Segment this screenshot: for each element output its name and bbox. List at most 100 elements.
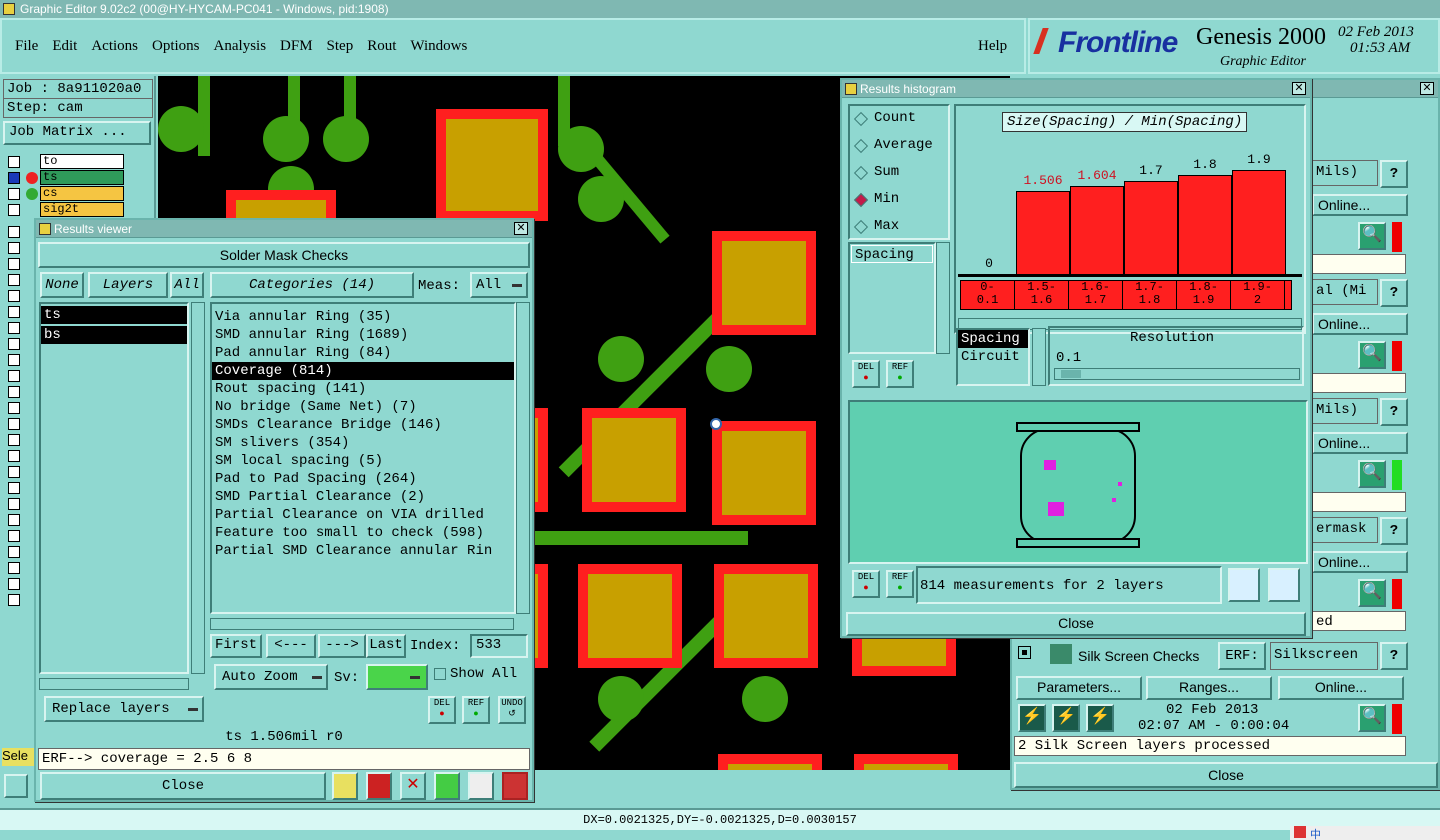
menu-step[interactable]: Step: [327, 38, 354, 55]
layer-checkbox[interactable]: [8, 546, 20, 558]
layer-checkbox[interactable]: [8, 578, 20, 590]
menu-options[interactable]: Options: [152, 38, 200, 55]
silk-ranges-button[interactable]: Ranges...: [1146, 676, 1272, 700]
layer-checkbox[interactable]: [8, 226, 20, 238]
close-button[interactable]: Close: [40, 772, 326, 800]
silk-online-button[interactable]: Online...: [1278, 676, 1404, 700]
radio-sum[interactable]: Sum: [852, 164, 899, 180]
category-item[interactable]: Pad annular Ring (84): [212, 344, 514, 362]
layer-name[interactable]: cs: [40, 186, 124, 201]
layer-name[interactable]: to: [40, 154, 124, 169]
measure-icon[interactable]: [434, 772, 460, 800]
category-item[interactable]: Pad to Pad Spacing (264): [212, 470, 514, 488]
sv-color-select[interactable]: [366, 664, 428, 690]
histogram-bar[interactable]: [1016, 191, 1070, 274]
check-help-button[interactable]: ?: [1380, 160, 1408, 188]
radio-count[interactable]: Count: [852, 110, 916, 126]
category-item[interactable]: SMD Partial Clearance (2): [212, 488, 514, 506]
menu-rout[interactable]: Rout: [367, 38, 396, 55]
check-online-button[interactable]: Online...: [1312, 194, 1408, 216]
menu-analysis[interactable]: Analysis: [214, 38, 267, 55]
layer-checkbox[interactable]: [8, 290, 20, 302]
category-item[interactable]: No bridge (Same Net) (7): [212, 398, 514, 416]
layer-checkbox[interactable]: [8, 188, 20, 200]
category-item[interactable]: SM slivers (354): [212, 434, 514, 452]
check-help-button[interactable]: ?: [1380, 398, 1408, 426]
check-erf-field[interactable]: al (Mi: [1312, 279, 1378, 305]
layer-checkbox[interactable]: [8, 338, 20, 350]
category-item[interactable]: SMD annular Ring (1689): [212, 326, 514, 344]
layer-checkbox[interactable]: [8, 402, 20, 414]
category-item[interactable]: SM local spacing (5): [212, 452, 514, 470]
category-item[interactable]: SMDs Clearance Bridge (146): [212, 416, 514, 434]
meas-select[interactable]: All: [470, 272, 528, 298]
layer-checkbox[interactable]: [8, 370, 20, 382]
replace-layers-select[interactable]: Replace layers: [44, 696, 204, 722]
layer-checkbox[interactable]: [8, 418, 20, 430]
board-preview[interactable]: [848, 400, 1308, 564]
layer-checkbox[interactable]: [8, 530, 20, 542]
layer-checkbox[interactable]: [8, 354, 20, 366]
checks-close-button[interactable]: Close: [1014, 762, 1438, 788]
radio-min[interactable]: Min: [852, 191, 899, 207]
menu-actions[interactable]: Actions: [91, 38, 138, 55]
undo-button[interactable]: UNDO ↺: [498, 696, 526, 724]
layer-checkbox[interactable]: [8, 274, 20, 286]
summary-ref-button[interactable]: REF ●: [886, 570, 914, 598]
layers-vscroll[interactable]: [191, 302, 205, 674]
layer-checkbox[interactable]: [8, 204, 20, 216]
category-item[interactable]: Feature too small to check (598): [212, 524, 514, 542]
chart-icon[interactable]: [366, 772, 392, 800]
category-item[interactable]: Rout spacing (141): [212, 380, 514, 398]
layer-checkbox[interactable]: [8, 466, 20, 478]
silk-enable-checkbox[interactable]: [1018, 646, 1031, 659]
category-item[interactable]: Via annular Ring (35): [212, 308, 514, 326]
first-button[interactable]: First: [210, 634, 262, 658]
category-item[interactable]: Partial Clearance on VIA drilled: [212, 506, 514, 524]
index-input[interactable]: 533: [470, 634, 528, 658]
check-online-button[interactable]: Online...: [1312, 313, 1408, 335]
layer-item[interactable]: bs: [41, 326, 187, 344]
export-icon[interactable]: [1228, 568, 1260, 602]
layer-name[interactable]: sig2t: [40, 202, 124, 217]
types-vscroll[interactable]: [1032, 328, 1046, 386]
layer-checkbox[interactable]: [8, 258, 20, 270]
check-help-button[interactable]: ?: [1380, 517, 1408, 545]
layer-checkbox[interactable]: [8, 482, 20, 494]
histogram-icon[interactable]: [502, 772, 528, 800]
silk-parameters-button[interactable]: Parameters...: [1016, 676, 1142, 700]
hist-ref-button[interactable]: REF ●: [886, 360, 914, 388]
none-button[interactable]: None: [40, 272, 84, 298]
close-icon[interactable]: ✕: [514, 222, 528, 235]
check-erf-field[interactable]: Mils): [1312, 398, 1378, 424]
layer-checkbox[interactable]: [8, 498, 20, 510]
check-erf-field[interactable]: ermask: [1312, 517, 1378, 543]
import-icon[interactable]: [1268, 568, 1300, 602]
zoom-icon[interactable]: 🔍: [1358, 341, 1386, 369]
histogram-bar[interactable]: [1178, 175, 1232, 274]
menu-file[interactable]: File: [15, 38, 38, 55]
type-item[interactable]: Spacing: [958, 330, 1028, 348]
menu-windows[interactable]: Windows: [410, 38, 467, 55]
layer-checkbox[interactable]: [8, 306, 20, 318]
layer-checkbox[interactable]: [8, 386, 20, 398]
measure-item[interactable]: Spacing: [851, 245, 933, 263]
layer-item[interactable]: ts: [41, 306, 187, 324]
show-all-checkbox[interactable]: [434, 668, 446, 680]
types-list[interactable]: Spacing Circuit: [956, 328, 1030, 386]
run-icon[interactable]: ⚡: [1052, 704, 1080, 732]
menu-edit[interactable]: Edit: [52, 38, 77, 55]
layer-row[interactable]: to: [6, 154, 124, 170]
ref-button[interactable]: REF ●: [462, 696, 490, 724]
close-icon[interactable]: ✕: [1420, 82, 1434, 95]
silk-help-button[interactable]: ?: [1380, 642, 1408, 670]
ime-icon[interactable]: [1294, 826, 1306, 838]
histogram-bar[interactable]: [1232, 169, 1286, 274]
categories-button[interactable]: Categories (14): [210, 272, 414, 298]
layer-checkbox[interactable]: [8, 514, 20, 526]
layer-row[interactable]: sig2t: [6, 202, 124, 218]
check-erf-field[interactable]: Mils): [1312, 160, 1378, 186]
layer-name[interactable]: ts: [40, 170, 124, 185]
layer-checkbox[interactable]: [8, 594, 20, 606]
menu-help[interactable]: Help: [978, 38, 1007, 55]
